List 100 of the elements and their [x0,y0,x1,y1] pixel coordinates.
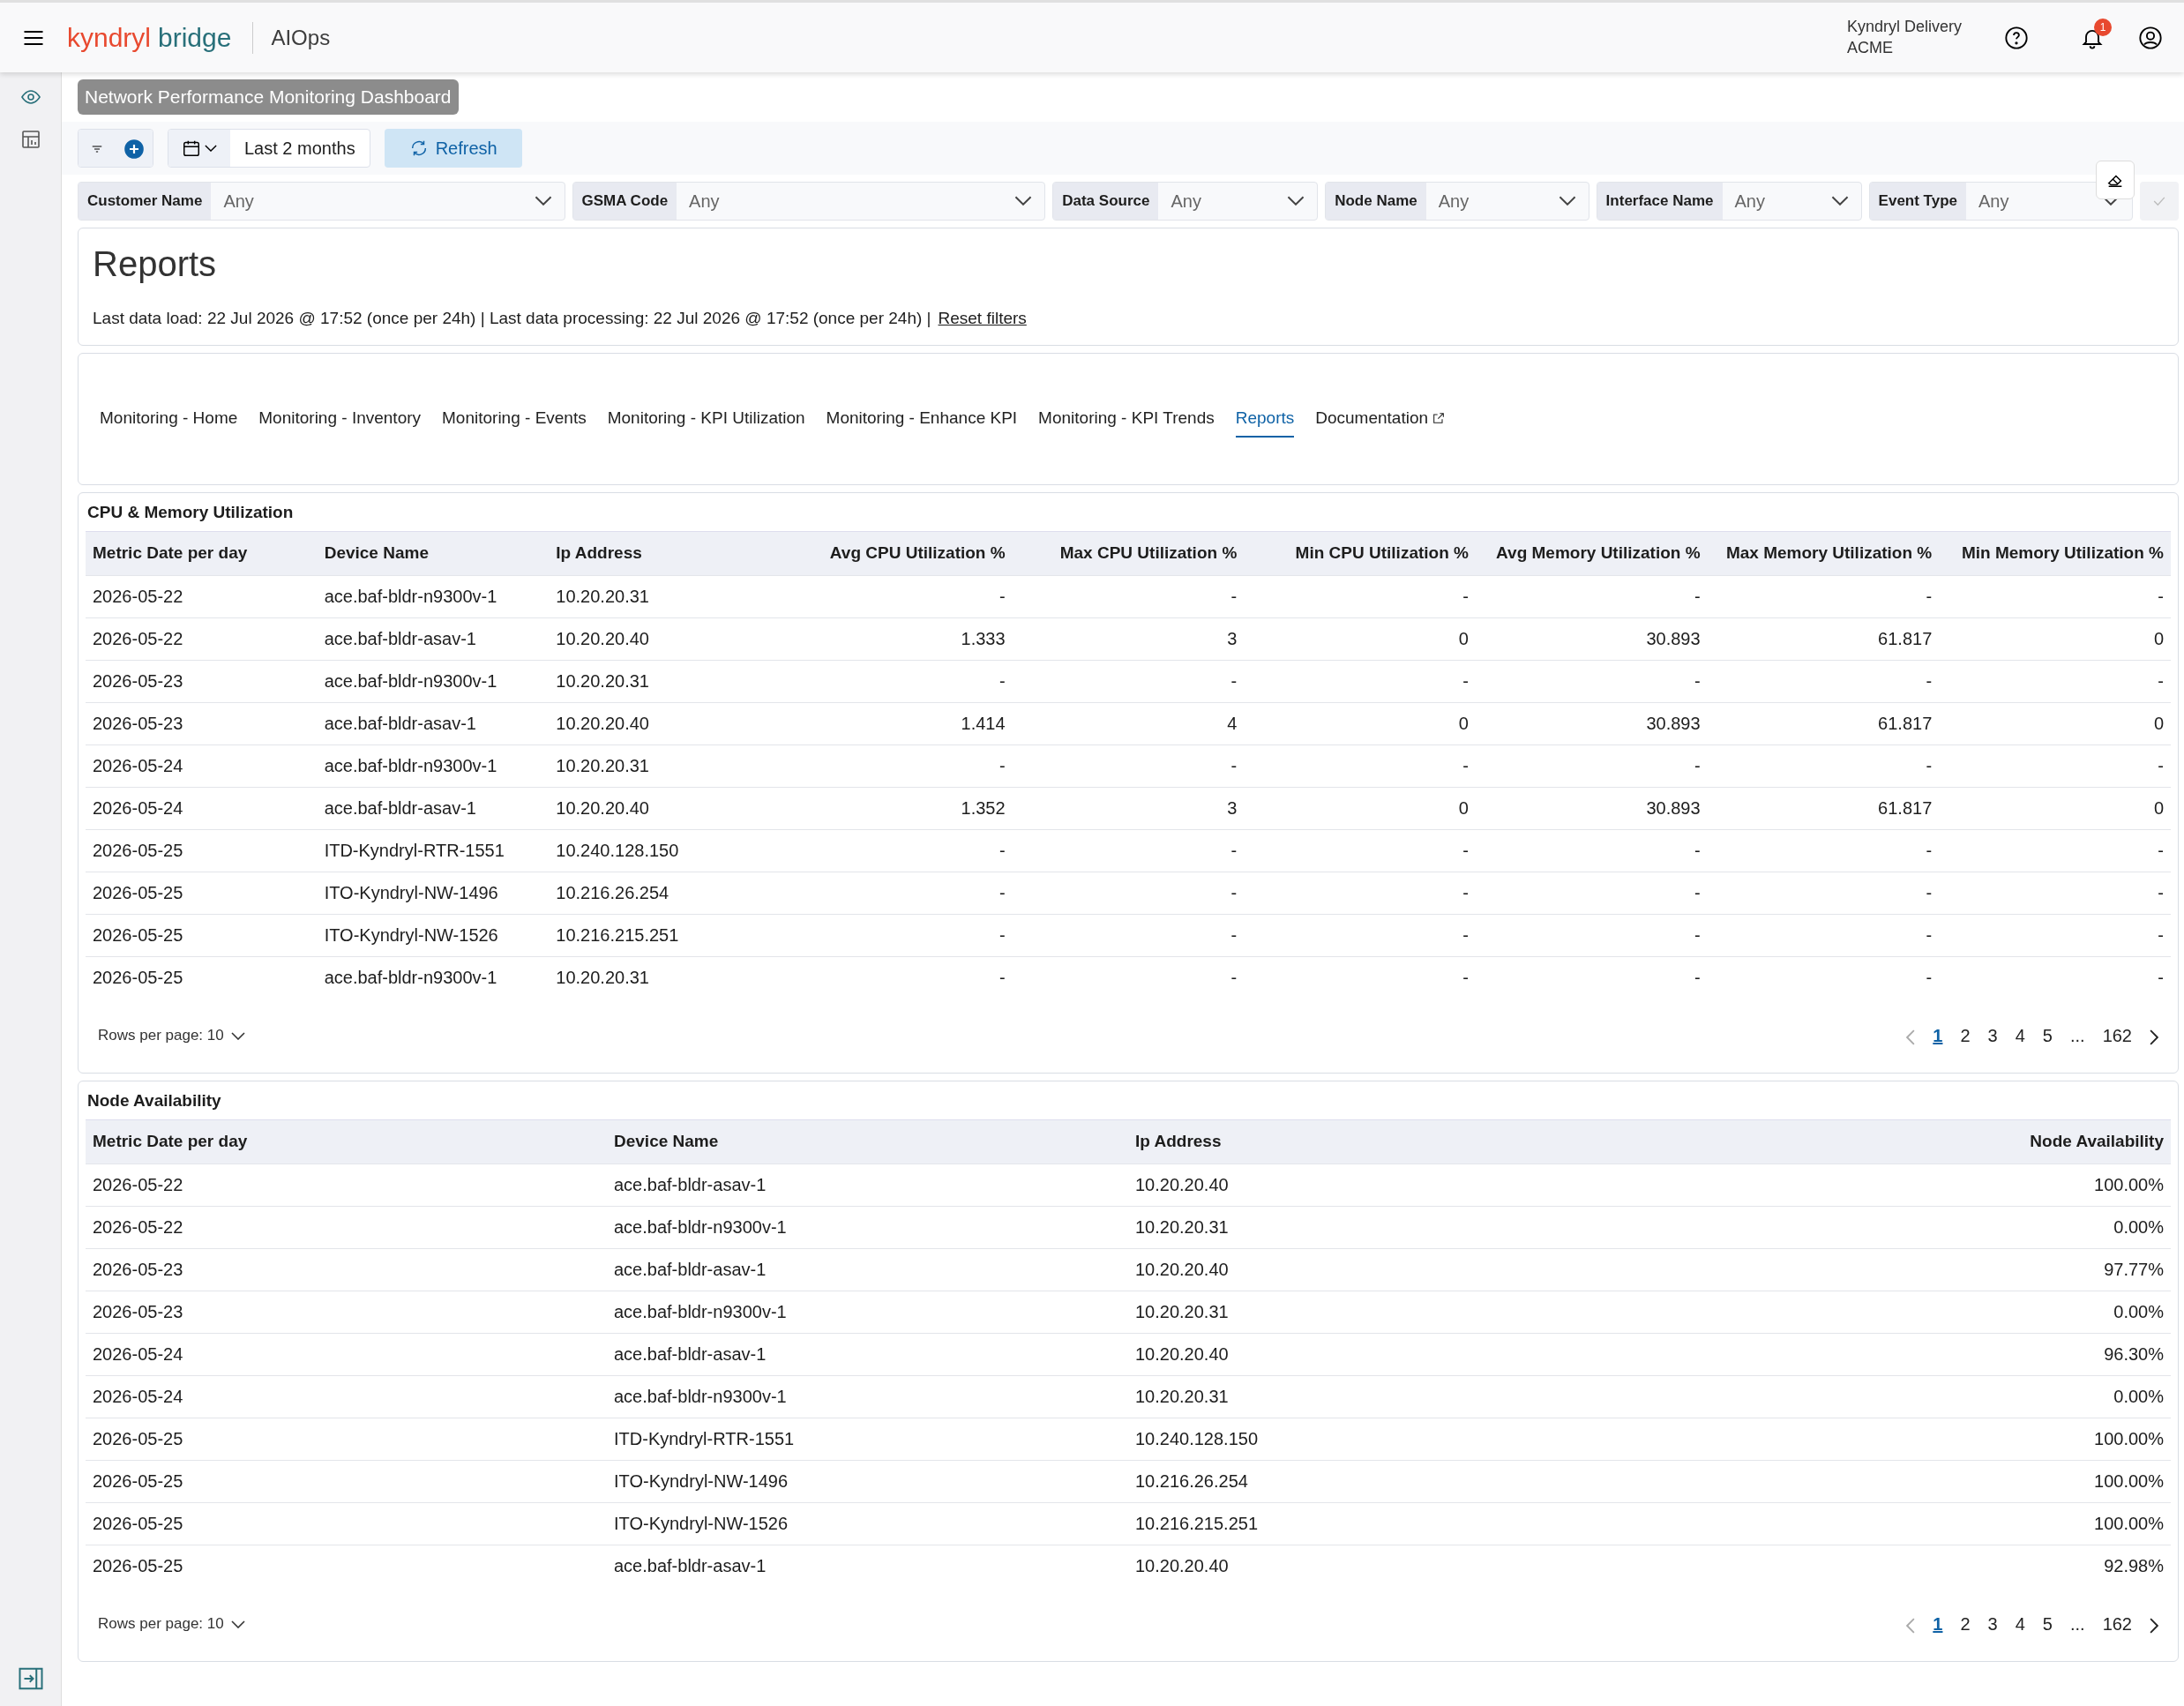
table-cell: - [1939,575,2171,617]
table-cell: - [1012,575,1245,617]
column-header: Avg Memory Utilization % [1475,531,1708,575]
table-cell: ace.baf-bldr-asav-1 [317,787,550,829]
nav-tab[interactable]: Monitoring - Inventory [258,400,422,438]
chevron-down-icon [1830,196,1849,206]
table-cell: ace.baf-bldr-asav-1 [607,1545,1128,1587]
table-cell: ace.baf-bldr-asav-1 [607,1248,1128,1291]
page-button[interactable]: 4 [2009,1611,2031,1637]
table-cell: - [1707,914,1940,956]
column-header: Metric Date per day [86,531,318,575]
user-icon [2138,25,2163,50]
rows-per-page-dropdown[interactable]: Rows per page: 10 [93,1023,251,1048]
table-cell: 10.20.20.40 [1128,1248,1649,1291]
nav-tab[interactable]: Monitoring - Home [100,400,238,438]
table-cell: - [1939,872,2171,914]
table-cell: - [1012,872,1245,914]
add-button[interactable] [116,129,153,167]
table-cell: 2026-05-22 [86,575,318,617]
table-cell: 1.352 [780,787,1013,829]
refresh-button[interactable]: Refresh [384,128,522,168]
status-text: Last data load: 22 Jul 2026 @ 17:52 (once per 24h) | Last data processing: 22 Jul 2026 @ 17:52 (once per 24h) | [93,307,931,329]
filter-dropdown[interactable]: Data Source Any [1052,181,1319,221]
help-button[interactable] [2004,25,2029,50]
column-header: Device Name [317,531,550,575]
table-cell: - [1707,660,1940,702]
table-cell: 10.20.20.40 [549,702,781,745]
table-cell: 61.817 [1707,787,1940,829]
table-cell: - [1475,575,1708,617]
nav-tab[interactable]: Documentation [1315,400,1447,438]
nav-tab[interactable]: Monitoring - Enhance KPI [826,400,1018,438]
table-cell: 10.20.20.40 [549,617,781,660]
nav-tab[interactable]: Monitoring - KPI Utilization [607,400,805,438]
page-button[interactable]: ... [2064,1022,2091,1049]
table-cell: 10.216.215.251 [549,914,781,956]
expand-sidebar-button[interactable] [17,1665,44,1692]
user-button[interactable] [2138,25,2163,50]
table-cell: 2026-05-22 [86,1206,607,1248]
table-cell: 0.00% [1649,1291,2171,1333]
table-cell: ace.baf-bldr-n9300v-1 [317,956,550,999]
table-cell: 2026-05-23 [86,660,318,702]
table-cell: 61.817 [1707,702,1940,745]
calendar-grid-icon [19,129,41,150]
table-cell: ace.baf-bldr-asav-1 [317,617,550,660]
table-cell: - [1707,575,1940,617]
nav-tab[interactable]: Monitoring - KPI Trends [1038,400,1215,438]
table-cell: 30.893 [1475,702,1708,745]
page-button[interactable]: 1 [1927,1022,1948,1049]
nav-tab[interactable]: Reports [1235,400,1295,438]
table-cell: - [1707,745,1940,787]
page-button[interactable]: 3 [1982,1022,2003,1049]
table-cell: - [1244,575,1476,617]
table-cell: - [780,914,1013,956]
table-cell: - [1244,660,1476,702]
table-cell: 4 [1012,702,1245,745]
table-cell: 3 [1012,787,1245,829]
page-button[interactable]: 162 [2097,1611,2137,1637]
filter-dropdown[interactable]: Customer Name Any [78,181,565,221]
reports-button[interactable] [19,129,41,150]
table-cell: - [1475,872,1708,914]
filter-dropdown[interactable]: GSMA Code Any [572,181,1046,221]
page-button[interactable]: 5 [2037,1022,2058,1049]
table-cell: - [1012,745,1245,787]
column-header: Node Availability [1649,1119,2171,1164]
column-header: Device Name [607,1119,1128,1164]
notifications-button[interactable]: 1 [2071,16,2113,59]
table-cell: 96.30% [1649,1333,2171,1375]
table-cell: ITD-Kyndryl-RTR-1551 [607,1418,1128,1460]
page-button[interactable]: 3 [1982,1611,2003,1637]
table-cell: 2026-05-25 [86,1502,607,1545]
table-cell: 2026-05-22 [86,1164,607,1206]
page-button[interactable]: 1 [1927,1611,1948,1637]
table-cell: - [1012,829,1245,872]
date-range-field[interactable]: Last 2 months [168,128,370,168]
table-cell: 0 [1244,617,1476,660]
page-button[interactable]: ... [2064,1611,2091,1637]
filter-dropdown[interactable]: Event Type Any [1868,181,2133,221]
page-button[interactable]: 2 [1955,1611,1976,1637]
table-cell: 0 [1939,787,2171,829]
table-cell: ace.baf-bldr-n9300v-1 [317,660,550,702]
page-button[interactable]: 4 [2009,1022,2031,1049]
rows-per-page-dropdown[interactable]: Rows per page: 10 [93,1612,251,1636]
reset-filters-link[interactable]: Reset filters [938,305,1027,331]
filter-dropdown[interactable]: Node Name Any [1325,181,1589,221]
nav-tab[interactable]: Monitoring - Events [442,400,587,438]
table-cell: - [1244,745,1476,787]
table-cell: - [1244,872,1476,914]
filter-dropdown[interactable]: Interface Name Any [1596,181,1862,221]
table-cell: 2026-05-23 [86,1291,607,1333]
page-button[interactable]: 162 [2097,1022,2137,1049]
external-link-icon [1432,411,1447,425]
clear-filters-button[interactable] [2096,160,2135,199]
page-button[interactable]: 2 [1955,1022,1976,1049]
table-cell: 100.00% [1649,1460,2171,1502]
date-picker-button[interactable] [168,129,230,167]
table-cell: - [1939,745,2171,787]
table-cell: 97.77% [1649,1248,2171,1291]
table-cell: 1.414 [780,702,1013,745]
page-button[interactable]: 5 [2037,1611,2058,1637]
table-cell: 10.20.20.40 [1128,1164,1649,1206]
